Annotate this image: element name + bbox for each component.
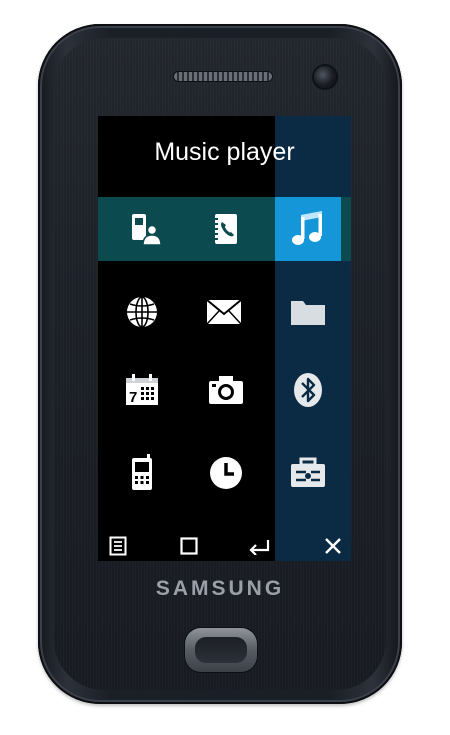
menu-item-calendar[interactable]: 7: [112, 360, 172, 420]
envelope-icon: [206, 299, 242, 325]
menu-item-bluetooth[interactable]: [278, 360, 338, 420]
home-button[interactable]: [185, 628, 257, 672]
front-camera: [314, 66, 336, 88]
phonebook-icon: [213, 214, 237, 244]
menu-item-music-player[interactable]: [275, 197, 341, 261]
menu-item-clock[interactable]: [196, 443, 256, 503]
contacts-icon: [132, 214, 162, 246]
back-arrow-icon: [249, 540, 270, 555]
menu-item-phonebook[interactable]: [196, 199, 256, 259]
bluetooth-icon: [294, 373, 322, 407]
menu-item-phone[interactable]: [112, 443, 172, 503]
menu-list-icon: [109, 536, 127, 556]
clock-icon: [210, 457, 242, 489]
calendar-day-label: 7: [129, 389, 137, 406]
menu-item-messages[interactable]: [194, 282, 254, 342]
menu-item-files[interactable]: [278, 282, 338, 342]
menu-item-settings[interactable]: [278, 443, 338, 503]
screen: Music player 7: [98, 116, 351, 561]
menu-item-internet[interactable]: [112, 282, 172, 342]
square-icon: [180, 537, 198, 555]
toolbox-icon: [291, 457, 325, 487]
window-button[interactable]: [176, 534, 202, 558]
camera-icon: [209, 376, 243, 404]
back-button[interactable]: [246, 534, 272, 558]
music-note-icon: [292, 211, 322, 245]
menu-item-camera[interactable]: [196, 360, 256, 420]
calendar-icon: 7: [126, 374, 158, 406]
close-icon: [325, 538, 341, 554]
menu-list-button[interactable]: [105, 534, 131, 558]
earpiece-speaker: [174, 72, 272, 81]
close-button[interactable]: [320, 534, 346, 558]
phone-icon: [132, 454, 152, 490]
brand-logo: SAMSUNG: [155, 577, 285, 600]
screen-title: Music player: [154, 138, 295, 166]
folder-icon: [291, 301, 325, 325]
globe-icon: [127, 296, 157, 328]
menu-item-contacts[interactable]: [116, 199, 176, 259]
